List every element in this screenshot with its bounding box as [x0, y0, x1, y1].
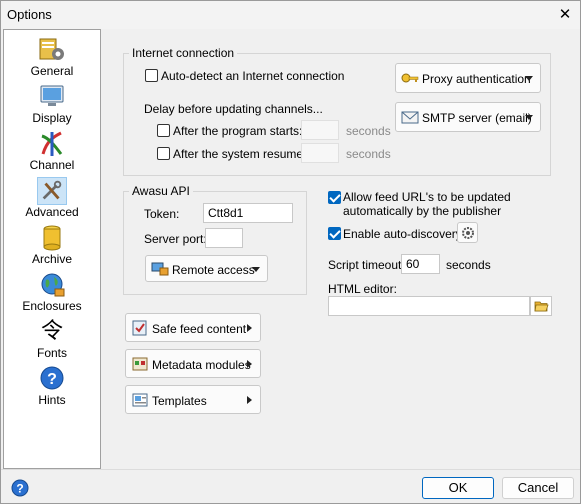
- chevron-down-icon: [525, 76, 533, 81]
- auto-discovery-checkbox[interactable]: [328, 227, 341, 240]
- close-icon[interactable]: ✕: [554, 4, 576, 26]
- sidebar-item-label: Enclosures: [22, 299, 82, 313]
- delay-label: Delay before updating channels...: [144, 102, 323, 116]
- metadata-modules-label: Metadata modules: [152, 358, 251, 372]
- safe-feed-content-button[interactable]: Safe feed content: [125, 313, 261, 342]
- remote-access-button[interactable]: Remote access: [145, 255, 268, 282]
- safe-feed-content-label: Safe feed content: [152, 322, 247, 336]
- html-editor-browse-button[interactable]: [530, 296, 552, 316]
- sidebar-item-label: Fonts: [36, 346, 67, 360]
- smtp-server-button[interactable]: SMTP server (email): [395, 102, 541, 132]
- after-resume-label: After the system resumes:: [173, 147, 313, 161]
- chevron-right-icon: [247, 360, 252, 368]
- script-timeout-input[interactable]: 60: [401, 254, 440, 274]
- auto-discovery-label: Enable auto-discovery: [343, 227, 462, 241]
- sidebar-item-general[interactable]: General: [4, 34, 100, 80]
- after-start-checkbox[interactable]: [157, 124, 170, 137]
- gear-folder-icon: [39, 38, 64, 60]
- html-editor-label: HTML editor:: [328, 282, 397, 296]
- modules-icon: [132, 357, 148, 371]
- channel-icon: [41, 131, 63, 156]
- after-start-seconds-input[interactable]: [301, 120, 339, 140]
- question-icon: ?: [40, 366, 64, 390]
- sidebar-item-label: Channel: [29, 158, 75, 172]
- tools-icon: [37, 177, 67, 205]
- sidebar-item-label: Display: [32, 111, 72, 125]
- auto-discovery-settings-button[interactable]: [457, 222, 478, 243]
- server-port-input[interactable]: [205, 228, 243, 248]
- gear-icon: [462, 227, 474, 239]
- allow-feed-url-update-label-line2: automatically by the publisher: [343, 204, 502, 218]
- awasu-api-label: Awasu API: [129, 184, 193, 198]
- templates-label: Templates: [152, 394, 207, 408]
- svg-text:?: ?: [47, 371, 57, 388]
- svg-text:?: ?: [16, 482, 23, 496]
- sidebar-item-fonts[interactable]: 令 Fonts: [4, 316, 100, 362]
- sidebar-item-archive[interactable]: Archive: [4, 222, 100, 268]
- window-title: Options: [7, 7, 52, 22]
- after-resume-seconds-input[interactable]: [301, 143, 339, 163]
- smtp-server-label: SMTP server (email): [422, 111, 532, 125]
- options-window: Options ✕ General Display Channel Advanc…: [0, 0, 581, 504]
- title-bar: Options ✕: [1, 1, 580, 29]
- help-icon[interactable]: ?: [11, 479, 29, 497]
- sidebar-item-channel[interactable]: Channel: [4, 128, 100, 174]
- html-editor-input[interactable]: [328, 296, 530, 316]
- internet-connection-label: Internet connection: [129, 46, 238, 60]
- after-start-seconds-unit: seconds: [346, 124, 391, 138]
- sidebar-item-enclosures[interactable]: Enclosures: [4, 269, 100, 315]
- after-resume-seconds-unit: seconds: [346, 147, 391, 161]
- sidebar: General Display Channel Advanced Archive…: [3, 29, 101, 469]
- sidebar-item-label: Hints: [38, 393, 66, 407]
- metadata-modules-button[interactable]: Metadata modules: [125, 349, 261, 378]
- key-icon: [401, 73, 419, 83]
- chevron-down-icon: [252, 267, 260, 272]
- script-timeout-unit: seconds: [446, 258, 491, 272]
- after-start-label: After the program starts:: [173, 124, 303, 138]
- autodetect-label: Auto-detect an Internet connection: [161, 69, 345, 83]
- dialog-footer: ? OK Cancel: [1, 469, 580, 503]
- template-icon: [132, 393, 148, 407]
- globe-icon: [41, 273, 65, 297]
- token-input[interactable]: Ctt8d1: [203, 203, 293, 223]
- sidebar-item-label: Advanced: [25, 205, 79, 219]
- font-icon: 令: [40, 319, 63, 344]
- remote-computer-icon: [151, 262, 169, 276]
- sidebar-item-hints[interactable]: ? Hints: [4, 363, 100, 409]
- script-timeout-label: Script timeout:: [328, 258, 405, 272]
- shield-icon: [132, 320, 147, 336]
- server-port-label: Server port:: [144, 232, 207, 246]
- sidebar-item-label: Archive: [31, 252, 72, 266]
- proxy-authentication-button[interactable]: Proxy authentication: [395, 63, 541, 93]
- folder-open-icon: [534, 301, 549, 312]
- cancel-button[interactable]: Cancel: [502, 477, 574, 499]
- chevron-right-icon: [247, 396, 252, 404]
- chevron-right-icon: [247, 324, 252, 332]
- envelope-icon: [401, 111, 419, 124]
- chevron-down-icon: [525, 115, 533, 120]
- remote-access-label: Remote access: [172, 263, 255, 277]
- proxy-authentication-label: Proxy authentication: [422, 72, 531, 86]
- after-resume-checkbox[interactable]: [157, 147, 170, 160]
- archive-icon: [43, 225, 61, 251]
- token-label: Token:: [144, 207, 180, 221]
- sidebar-item-label: General: [30, 64, 74, 78]
- allow-feed-url-update-checkbox[interactable]: [328, 191, 341, 204]
- sidebar-item-display[interactable]: Display: [4, 81, 100, 127]
- allow-feed-url-update-label: Allow feed URL's to be updated: [343, 190, 511, 204]
- templates-button[interactable]: Templates: [125, 385, 261, 414]
- autodetect-checkbox[interactable]: [145, 69, 158, 82]
- ok-button[interactable]: OK: [422, 477, 494, 499]
- monitor-icon: [40, 85, 64, 106]
- sidebar-item-advanced[interactable]: Advanced: [4, 175, 100, 221]
